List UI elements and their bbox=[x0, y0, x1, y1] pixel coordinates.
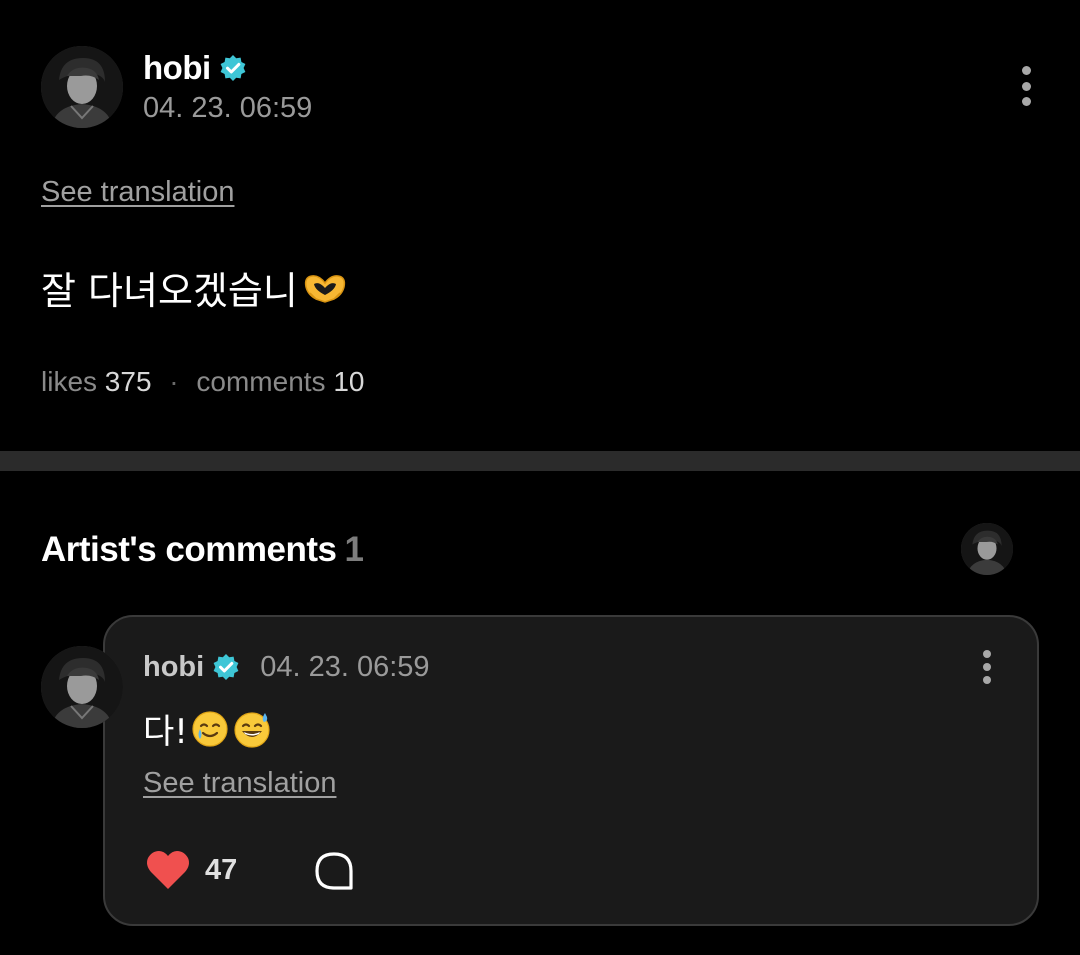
comments-label[interactable]: comments bbox=[196, 366, 325, 397]
post-more-options-icon[interactable] bbox=[1016, 66, 1036, 106]
comment-see-translation-link[interactable]: See translation bbox=[143, 767, 336, 800]
artist-comments-count: 1 bbox=[344, 530, 364, 569]
artist-filter-avatar-image bbox=[961, 523, 1013, 575]
post-timestamp: 04. 23. 06:59 bbox=[143, 92, 313, 124]
post-author-name[interactable]: hobi bbox=[143, 49, 211, 87]
comment-author-avatar-image bbox=[41, 646, 123, 728]
artist-comments-header: Artist's comments 1 bbox=[41, 530, 364, 570]
comment-like-button[interactable]: 47 bbox=[145, 848, 237, 892]
comment-like-count: 47 bbox=[205, 853, 238, 886]
heart-icon bbox=[147, 851, 189, 889]
reply-bubble-icon bbox=[315, 852, 353, 890]
comment-reply-button[interactable] bbox=[313, 851, 355, 891]
comment-author-avatar[interactable] bbox=[41, 646, 123, 728]
comment-text: 다! bbox=[143, 712, 188, 752]
artist-filter-avatar[interactable] bbox=[961, 523, 1013, 575]
comment-more-options-icon[interactable] bbox=[977, 650, 997, 684]
author-avatar[interactable] bbox=[41, 46, 123, 128]
comment-author-name[interactable]: hobi bbox=[143, 651, 204, 684]
author-avatar-image bbox=[41, 46, 123, 128]
stats-separator: · bbox=[169, 366, 179, 397]
post-stats: likes 375 · comments 10 bbox=[41, 366, 365, 398]
post-see-translation-link[interactable]: See translation bbox=[41, 176, 234, 209]
comments-count[interactable]: 10 bbox=[333, 366, 364, 397]
comment-timestamp: 04. 23. 06:59 bbox=[260, 650, 430, 683]
comment-verified-badge-icon bbox=[213, 654, 239, 680]
section-divider bbox=[0, 451, 1080, 471]
heart-hands-icon bbox=[304, 274, 345, 303]
likes-count: 375 bbox=[104, 366, 152, 397]
grinning-face-with-sweat-icon bbox=[234, 711, 270, 748]
artist-comments-title: Artist's comments bbox=[41, 530, 337, 569]
smiling-face-with-tear-icon bbox=[192, 710, 228, 747]
verified-badge-icon bbox=[220, 55, 246, 81]
post-text: 잘 다녀오겠습니 bbox=[41, 269, 298, 313]
likes-label: likes bbox=[41, 366, 98, 397]
